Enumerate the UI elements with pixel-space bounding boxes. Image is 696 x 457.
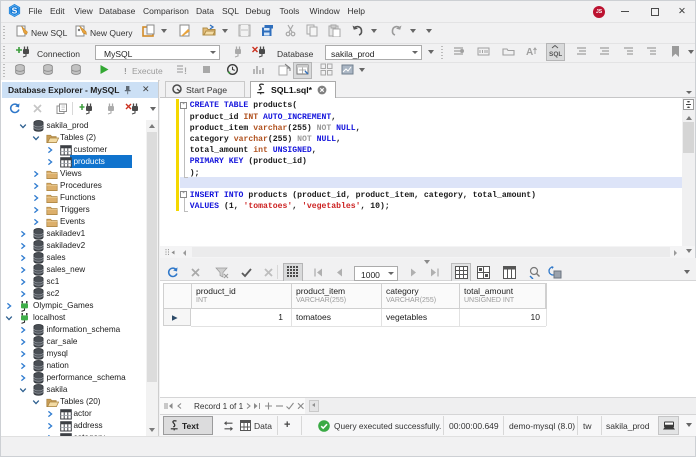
svg-text:SQL: SQL: [549, 51, 562, 58]
svg-text:S: S: [12, 6, 18, 16]
svg-text:!: !: [184, 66, 187, 76]
svg-text:A: A: [526, 47, 533, 58]
